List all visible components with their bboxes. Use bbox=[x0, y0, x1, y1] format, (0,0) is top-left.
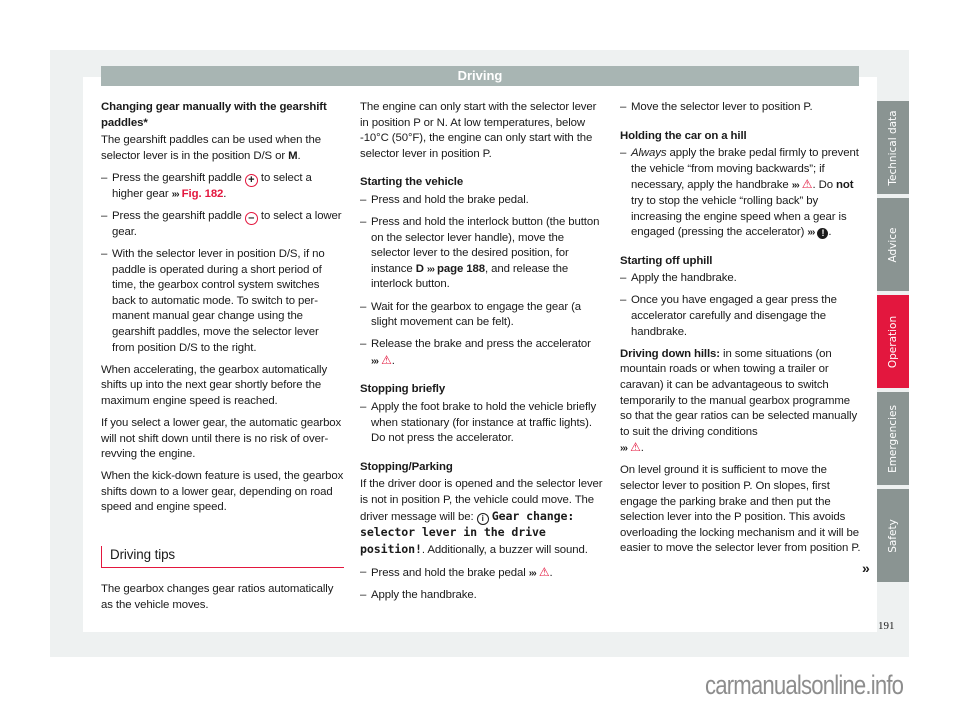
watermark: carmanualsonline.info bbox=[705, 670, 904, 700]
figure-link[interactable]: Fig. 182 bbox=[182, 188, 224, 200]
list-item: Once you have engaged a gear press the a… bbox=[620, 293, 864, 340]
tab-safety[interactable]: Safety bbox=[877, 489, 909, 582]
plus-paddle-icon: + bbox=[244, 173, 258, 187]
list-item: Wait for the gearbox to engage the gear … bbox=[360, 300, 605, 331]
ref-arrow-icon: ››› bbox=[426, 263, 435, 275]
paragraph: On level ground it is sufficient to move… bbox=[620, 464, 861, 555]
warning-icon[interactable]: ⚠ bbox=[630, 440, 641, 454]
column-3: Move the selector lever to position P. H… bbox=[620, 100, 864, 563]
ref-arrow-icon: ››› bbox=[171, 188, 180, 200]
chapter-title: Driving bbox=[457, 68, 503, 83]
list-item: Move the selector lever to position P. bbox=[620, 100, 864, 116]
warning-icon[interactable]: ⚠ bbox=[802, 177, 813, 191]
ref-arrow-icon: ››› bbox=[528, 567, 537, 579]
tab-operation[interactable]: Operation bbox=[877, 295, 909, 388]
section-title-driving-tips: Driving tips bbox=[101, 546, 344, 569]
column-1: Changing gear manually with the gearshif… bbox=[101, 100, 344, 620]
tab-advice[interactable]: Advice bbox=[877, 198, 909, 291]
continue-icon: » bbox=[862, 560, 870, 576]
list-item: Always apply the brake pedal firmly to p… bbox=[620, 146, 864, 241]
paragraph: If you select a lower gear, the automati… bbox=[101, 417, 342, 461]
column-2: The engine can only start with the selec… bbox=[360, 100, 605, 610]
paragraph: The engine can only start with the selec… bbox=[360, 101, 597, 160]
paragraph: When the kick-down feature is used, the … bbox=[101, 470, 344, 514]
list-item: Apply the foot brake to hold the vehicle… bbox=[360, 400, 605, 447]
list-item: Press and hold the brake pedal. bbox=[360, 193, 605, 209]
page-link[interactable]: page 188 bbox=[437, 263, 485, 275]
minus-paddle-icon: – bbox=[244, 211, 258, 225]
heading-holding-on-hill: Holding the car on a hill bbox=[620, 129, 747, 142]
list-item: Apply the handbrake. bbox=[360, 588, 605, 604]
list-item: Press the gearshift paddle – to select a… bbox=[101, 209, 344, 241]
heading-starting-vehicle: Starting the vehicle bbox=[360, 176, 464, 189]
ref-arrow-icon: ››› bbox=[620, 443, 628, 455]
list-item: Press the gearshift paddle + to select a… bbox=[101, 171, 344, 203]
ref-arrow-icon: ››› bbox=[807, 227, 815, 239]
page-number: 191 bbox=[878, 620, 895, 632]
tab-emergencies[interactable]: Emergencies bbox=[877, 392, 909, 485]
info-icon: i bbox=[476, 512, 489, 525]
heading-gearshift-paddles: Changing gear manually with the gearshif… bbox=[101, 101, 327, 129]
paragraph: The gearbox changes gear ratios automati… bbox=[101, 583, 334, 611]
note-icon[interactable]: ! bbox=[817, 228, 829, 240]
list-item: With the selector lever in position D/S,… bbox=[101, 247, 344, 356]
paragraph: The gearshift paddles can be used when t… bbox=[101, 134, 321, 162]
tab-technical-data[interactable]: Technical data bbox=[877, 101, 909, 194]
chapter-header: Driving bbox=[101, 66, 859, 86]
paragraph: Driving down hills: in some situations (… bbox=[620, 347, 858, 455]
list-item: Press and hold the interlock button (the… bbox=[360, 215, 605, 293]
warning-icon[interactable]: ⚠ bbox=[381, 353, 392, 367]
paragraph: When accelerating, the gearbox automatic… bbox=[101, 363, 328, 407]
heading-stopping-parking: Stopping/Parking bbox=[360, 460, 453, 473]
list-item: Press and hold the brake pedal ››› ⚠. bbox=[360, 565, 605, 582]
warning-icon[interactable]: ⚠ bbox=[539, 565, 550, 579]
ref-arrow-icon: ››› bbox=[791, 180, 800, 192]
ref-arrow-icon: ››› bbox=[371, 355, 379, 367]
heading-starting-uphill: Starting off uphill bbox=[620, 254, 713, 267]
paragraph: If the driver door is opened and the sel… bbox=[360, 478, 603, 556]
heading-stopping-briefly: Stopping briefly bbox=[360, 383, 446, 396]
list-item: Apply the handbrake. bbox=[620, 271, 864, 287]
list-item: Release the brake and press the accelera… bbox=[360, 337, 605, 369]
